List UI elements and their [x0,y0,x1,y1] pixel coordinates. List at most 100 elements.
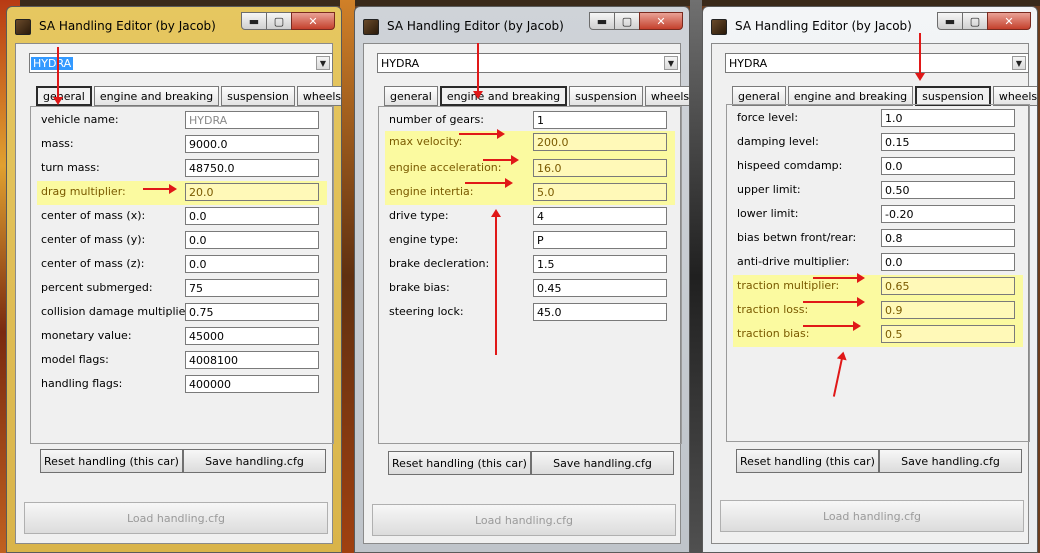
turn-mass-input[interactable]: 48750.0 [185,159,319,177]
app-icon [363,19,379,35]
maximize-button[interactable]: ▢ [614,12,640,30]
annotation-arrow [491,209,501,355]
vehicle-select-value: HYDRA [381,57,420,70]
drag-multiplier-input[interactable]: 20.0 [185,183,319,201]
mass-input[interactable]: 9000.0 [185,135,319,153]
minimize-button[interactable]: ▬ [589,12,615,30]
field-center-of-mass-x: center of mass (x): 0.0 [37,205,327,225]
window-title: SA Handling Editor (by Jacob) [735,19,912,33]
collision-damage-multiplier-input[interactable]: 0.75 [185,303,319,321]
vehicle-select[interactable]: HYDRA ▼ [725,53,1029,73]
window-client: HYDRA ▼ general engine and breaking susp… [15,43,341,544]
field-label: number of gears: [389,113,484,126]
field-traction-bias: traction bias: 0.5 [733,323,1023,347]
field-damping-level: damping level: 0.15 [733,131,1023,151]
suspension-panel: force level: 1.0 damping level: 0.15 his… [726,104,1030,473]
field-force-level: force level: 1.0 [733,107,1023,127]
hispeed-comdamp-input[interactable]: 0.0 [881,157,1015,175]
engine-intertia-input[interactable]: 5.0 [533,183,667,201]
load-handling-button[interactable]: Load handling.cfg [372,504,676,536]
engine-type-input[interactable]: P [533,231,667,249]
title-bar[interactable]: SA Handling Editor (by Jacob) ▬ ▢ ✕ [7,7,341,43]
load-handling-button[interactable]: Load handling.cfg [720,500,1024,532]
traction-loss-input[interactable]: 0.9 [881,301,1015,319]
steering-lock-input[interactable]: 45.0 [533,303,667,321]
chevron-down-icon[interactable]: ▼ [1012,56,1026,70]
reset-handling-button[interactable]: Reset handling (this car) [388,451,531,475]
editor-window-general: SA Handling Editor (by Jacob) ▬ ▢ ✕ HYDR… [6,6,342,553]
field-hispeed-comdamp: hispeed comdamp: 0.0 [733,155,1023,175]
tab-wheels[interactable]: wheels [992,86,1037,106]
load-handling-button[interactable]: Load handling.cfg [24,502,328,534]
field-number-of-gears: number of gears: 1 [385,109,675,129]
brake-decleration-input[interactable]: 1.5 [533,255,667,273]
field-traction-loss: traction loss: 0.9 [733,299,1023,323]
reset-handling-button[interactable]: Reset handling (this car) [40,449,183,473]
annotation-arrow [465,178,513,188]
minimize-button[interactable]: ▬ [241,12,267,30]
force-level-input[interactable]: 1.0 [881,109,1015,127]
model-flags-input[interactable]: 4008100 [185,351,319,369]
title-bar[interactable]: SA Handling Editor (by Jacob) ▬ ▢ ✕ [703,7,1037,43]
vehicle-name-input[interactable]: HYDRA [185,111,319,129]
percent-submerged-input[interactable]: 75 [185,279,319,297]
chevron-down-icon[interactable]: ▼ [316,56,330,70]
field-label: hispeed comdamp: [737,159,843,172]
close-button[interactable]: ✕ [987,12,1031,30]
maximize-button[interactable]: ▢ [962,12,988,30]
center-of-mass-y-input[interactable]: 0.0 [185,231,319,249]
annotation-arrow [803,297,865,307]
chevron-down-icon[interactable]: ▼ [664,56,678,70]
maximize-button[interactable]: ▢ [266,12,292,30]
bias-front-rear-input[interactable]: 0.8 [881,229,1015,247]
tab-general[interactable]: general [384,86,438,106]
tab-general[interactable]: general [732,86,786,106]
handling-flags-input[interactable]: 400000 [185,375,319,393]
center-of-mass-x-input[interactable]: 0.0 [185,207,319,225]
reset-handling-button[interactable]: Reset handling (this car) [736,449,879,473]
traction-bias-input[interactable]: 0.5 [881,325,1015,343]
vehicle-select[interactable]: HYDRA ▼ [377,53,681,73]
tab-suspension[interactable]: suspension [221,86,295,106]
save-handling-button[interactable]: Save handling.cfg [531,451,674,475]
engine-acceleration-input[interactable]: 16.0 [533,159,667,177]
field-label: center of mass (z): [41,257,145,270]
field-label: brake bias: [389,281,450,294]
field-anti-drive-multiplier: anti-drive multiplier: 0.0 [733,251,1023,271]
field-lower-limit: lower limit: -0.20 [733,203,1023,223]
vehicle-select[interactable]: HYDRA ▼ [29,53,333,73]
field-mass: mass: 9000.0 [37,133,327,153]
upper-limit-input[interactable]: 0.50 [881,181,1015,199]
field-label: mass: [41,137,74,150]
lower-limit-input[interactable]: -0.20 [881,205,1015,223]
tab-general[interactable]: general [36,86,92,106]
drive-type-input[interactable]: 4 [533,207,667,225]
anti-drive-multiplier-input[interactable]: 0.0 [881,253,1015,271]
tab-engine-and-breaking[interactable]: engine and breaking [93,86,220,106]
tab-engine-and-breaking[interactable]: engine and breaking [439,86,568,106]
brake-bias-input[interactable]: 0.45 [533,279,667,297]
close-button[interactable]: ✕ [291,12,335,30]
damping-level-input[interactable]: 0.15 [881,133,1015,151]
monetary-value-input[interactable]: 45000 [185,327,319,345]
field-turn-mass: turn mass: 48750.0 [37,157,327,177]
tab-suspension[interactable]: suspension [915,86,991,106]
tab-wheels[interactable]: wheels [644,86,689,106]
field-label: engine acceleration: [389,161,502,174]
field-brake-decleration: brake decleration: 1.5 [385,253,675,273]
tab-engine-and-breaking[interactable]: engine and breaking [787,86,914,106]
traction-multiplier-input[interactable]: 0.65 [881,277,1015,295]
minimize-button[interactable]: ▬ [937,12,963,30]
field-label: steering lock: [389,305,464,318]
tab-suspension[interactable]: suspension [569,86,643,106]
title-bar[interactable]: SA Handling Editor (by Jacob) ▬ ▢ ✕ [355,7,689,43]
field-label: engine intertia: [389,185,474,198]
save-handling-button[interactable]: Save handling.cfg [879,449,1022,473]
save-handling-button[interactable]: Save handling.cfg [183,449,326,473]
center-of-mass-z-input[interactable]: 0.0 [185,255,319,273]
number-of-gears-input[interactable]: 1 [533,111,667,129]
tab-wheels[interactable]: wheels [296,86,341,106]
field-monetary-value: monetary value: 45000 [37,325,327,345]
max-velocity-input[interactable]: 200.0 [533,133,667,151]
close-button[interactable]: ✕ [639,12,683,30]
